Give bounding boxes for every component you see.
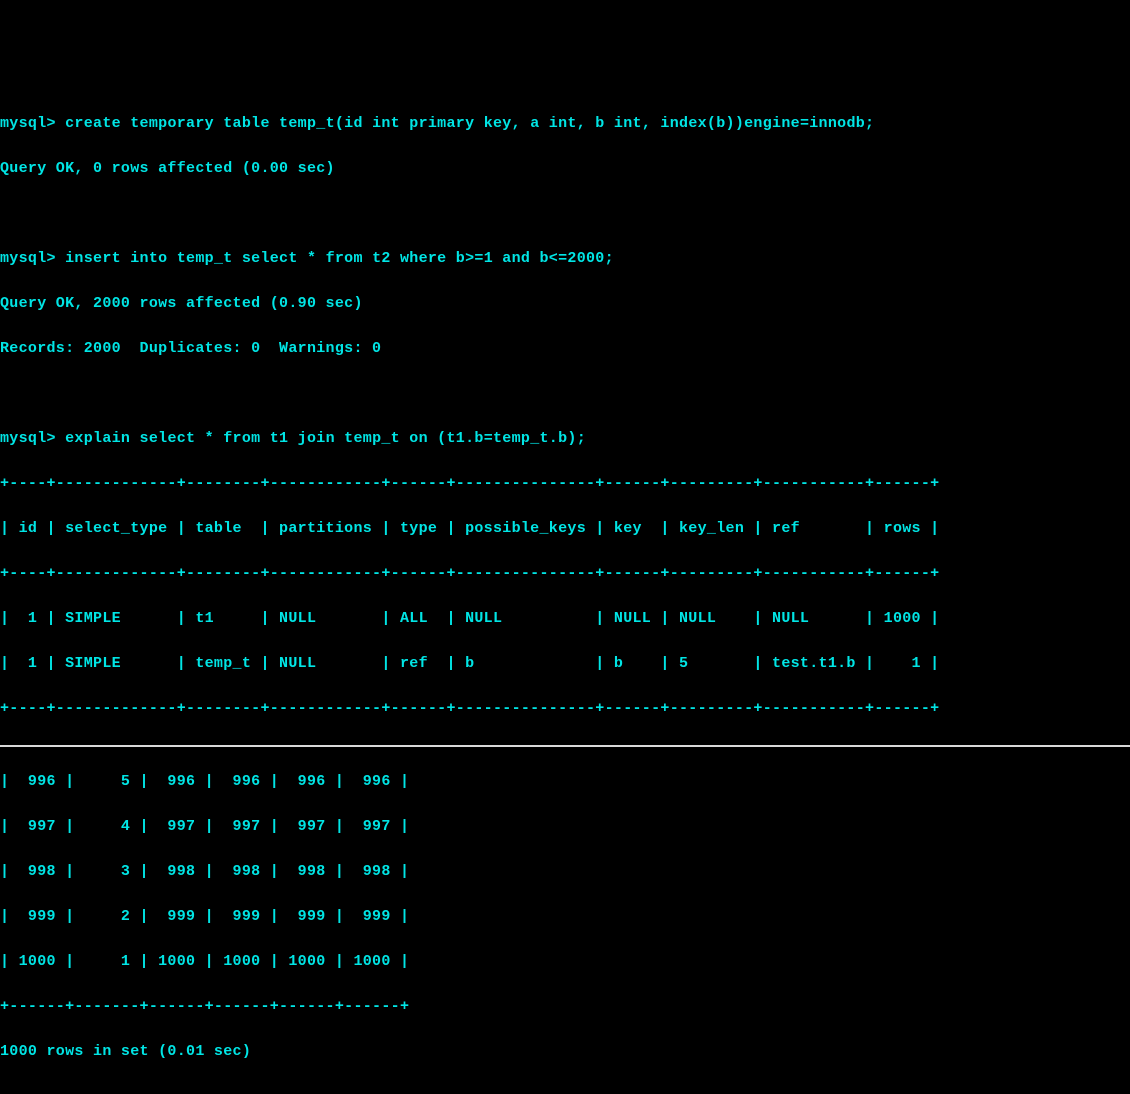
table-row: | 998 | 3 | 998 | 998 | 998 | 998 | <box>0 861 1130 884</box>
command-line-1: mysql> create temporary table temp_t(id … <box>0 113 1130 136</box>
blank-line <box>0 383 1130 406</box>
table-border: +----+-------------+--------+-----------… <box>0 563 1130 586</box>
table-row: | 1 | SIMPLE | t1 | NULL | ALL | NULL | … <box>0 608 1130 631</box>
table-row: | 1 | SIMPLE | temp_t | NULL | ref | b |… <box>0 653 1130 676</box>
sql-command: explain select * from t1 join temp_t on … <box>65 430 586 447</box>
table-border: +----+-------------+--------+-----------… <box>0 698 1130 721</box>
table-row: | 999 | 2 | 999 | 999 | 999 | 999 | <box>0 906 1130 929</box>
command-line-3: mysql> explain select * from t1 join tem… <box>0 428 1130 451</box>
result-line: Records: 2000 Duplicates: 0 Warnings: 0 <box>0 338 1130 361</box>
prompt: mysql> <box>0 250 65 267</box>
separator <box>0 745 1130 747</box>
table-border: +------+-------+------+------+------+---… <box>0 996 1130 1019</box>
table-header: | id | select_type | table | partitions … <box>0 518 1130 541</box>
table-row: | 997 | 4 | 997 | 997 | 997 | 997 | <box>0 816 1130 839</box>
prompt: mysql> <box>0 430 65 447</box>
result-line: Query OK, 2000 rows affected (0.90 sec) <box>0 293 1130 316</box>
table-row: | 1000 | 1 | 1000 | 1000 | 1000 | 1000 | <box>0 951 1130 974</box>
result-footer: 1000 rows in set (0.01 sec) <box>0 1041 1130 1064</box>
result-line: Query OK, 0 rows affected (0.00 sec) <box>0 158 1130 181</box>
terminal-output: mysql> create temporary table temp_t(id … <box>0 90 1130 1086</box>
table-row: | 996 | 5 | 996 | 996 | 996 | 996 | <box>0 771 1130 794</box>
blank-line <box>0 203 1130 226</box>
sql-command: insert into temp_t select * from t2 wher… <box>65 250 614 267</box>
sql-command: create temporary table temp_t(id int pri… <box>65 115 874 132</box>
command-line-2: mysql> insert into temp_t select * from … <box>0 248 1130 271</box>
prompt: mysql> <box>0 115 65 132</box>
table-border: +----+-------------+--------+-----------… <box>0 473 1130 496</box>
